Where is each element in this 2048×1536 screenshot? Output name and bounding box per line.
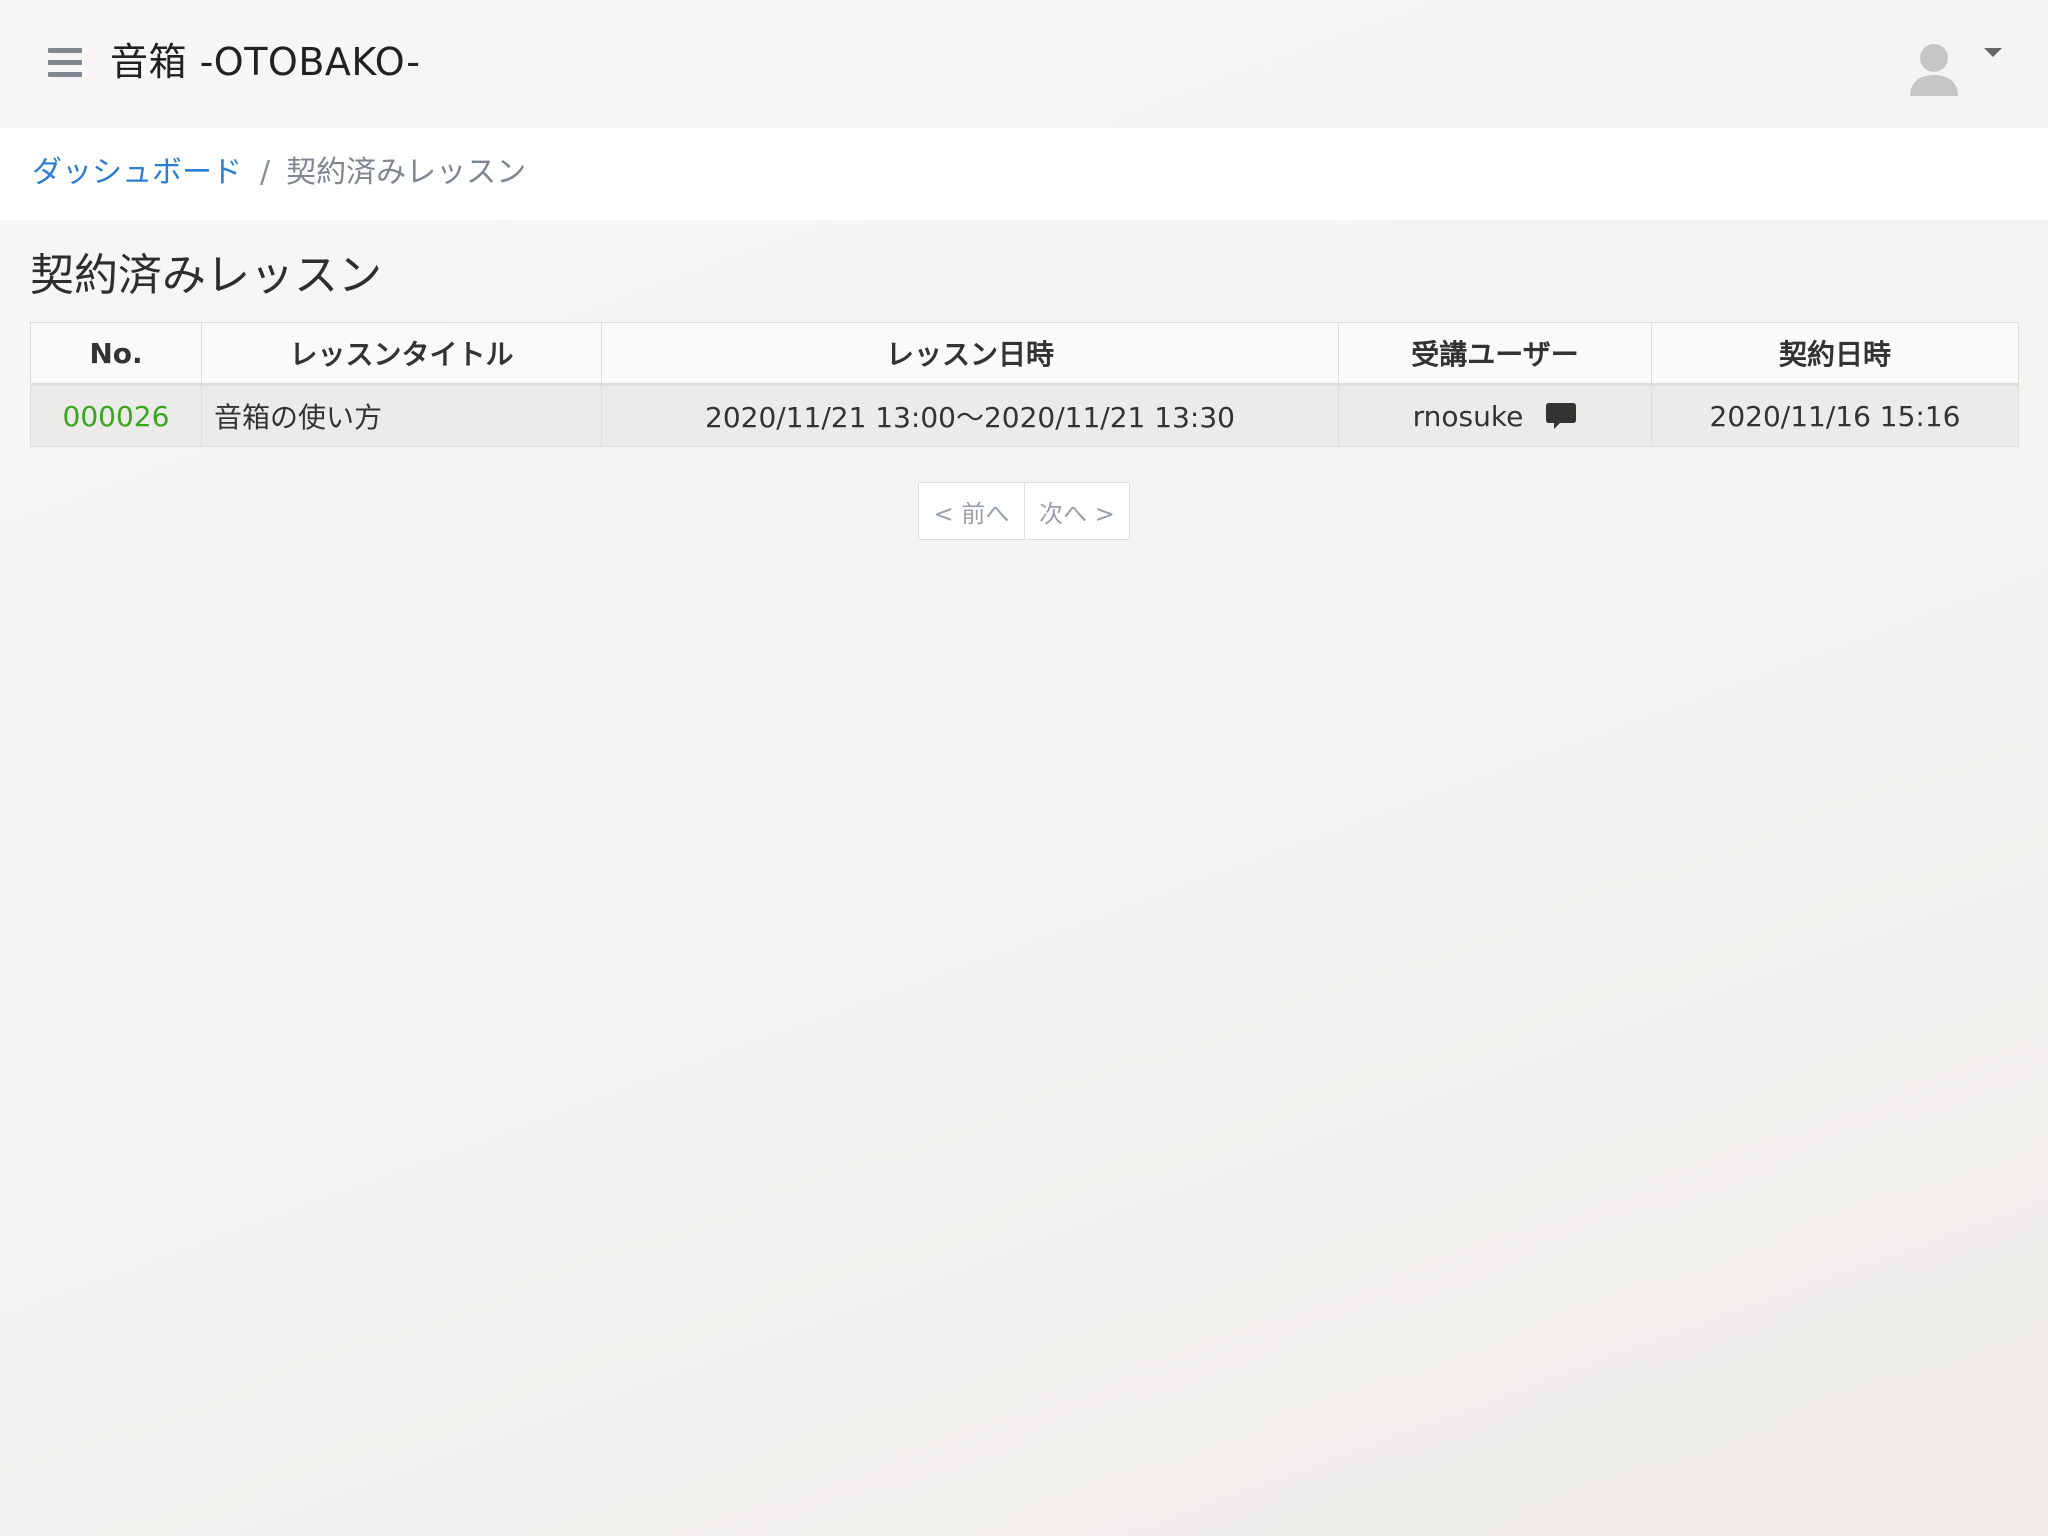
breadcrumb-bar: ダッシュボード / 契約済みレッスン <box>0 128 2048 220</box>
cell-no: 000026 <box>30 384 202 447</box>
lessons-table-container: No. レッスンタイトル レッスン日時 受講ユーザー 契約日時 000026 音… <box>30 322 2019 447</box>
column-header-no: No. <box>30 322 202 386</box>
breadcrumb: ダッシュボード / 契約済みレッスン <box>32 150 526 196</box>
caret-down-icon <box>1984 48 2002 57</box>
table-row: 000026 音箱の使い方 2020/11/21 13:00〜2020/11/2… <box>30 384 2019 447</box>
page-title: 契約済みレッスン <box>30 250 382 301</box>
column-header-contract-datetime: 契約日時 <box>1651 322 2019 386</box>
chat-bubble-icon[interactable] <box>1545 400 1577 432</box>
next-page-button[interactable]: 次へ > <box>1025 483 1129 539</box>
column-header-lesson-title: レッスンタイトル <box>201 322 602 386</box>
contracted-lessons-table: No. レッスンタイトル レッスン日時 受講ユーザー 契約日時 000026 音… <box>30 322 2019 447</box>
breadcrumb-dashboard-link[interactable]: ダッシュボード <box>32 155 242 190</box>
cell-lesson-datetime: 2020/11/21 13:00〜2020/11/21 13:30 <box>601 384 1339 447</box>
top-navbar: 音箱 -OTOBAKO- <box>0 0 2048 128</box>
cell-contract-datetime: 2020/11/16 15:16 <box>1651 384 2019 447</box>
pagination: < 前へ 次へ > <box>918 482 1130 540</box>
user-name: rnosuke <box>1412 399 1524 433</box>
breadcrumb-separator: / <box>260 155 271 190</box>
user-menu-dropdown[interactable] <box>1904 34 2016 106</box>
hamburger-menu-icon[interactable] <box>44 44 88 82</box>
cell-lesson-title: 音箱の使い方 <box>201 384 602 447</box>
app-title: 音箱 -OTOBAKO- <box>110 40 421 84</box>
cell-user: rnosuke <box>1338 384 1652 447</box>
user-avatar-icon <box>1910 44 1958 96</box>
column-header-lesson-datetime: レッスン日時 <box>601 322 1339 386</box>
breadcrumb-current: 契約済みレッスン <box>286 155 527 190</box>
table-header-row: No. レッスンタイトル レッスン日時 受講ユーザー 契約日時 <box>30 322 2019 386</box>
prev-page-button[interactable]: < 前へ <box>919 483 1025 539</box>
lesson-number-link[interactable]: 000026 <box>63 400 170 433</box>
column-header-user: 受講ユーザー <box>1338 322 1652 386</box>
